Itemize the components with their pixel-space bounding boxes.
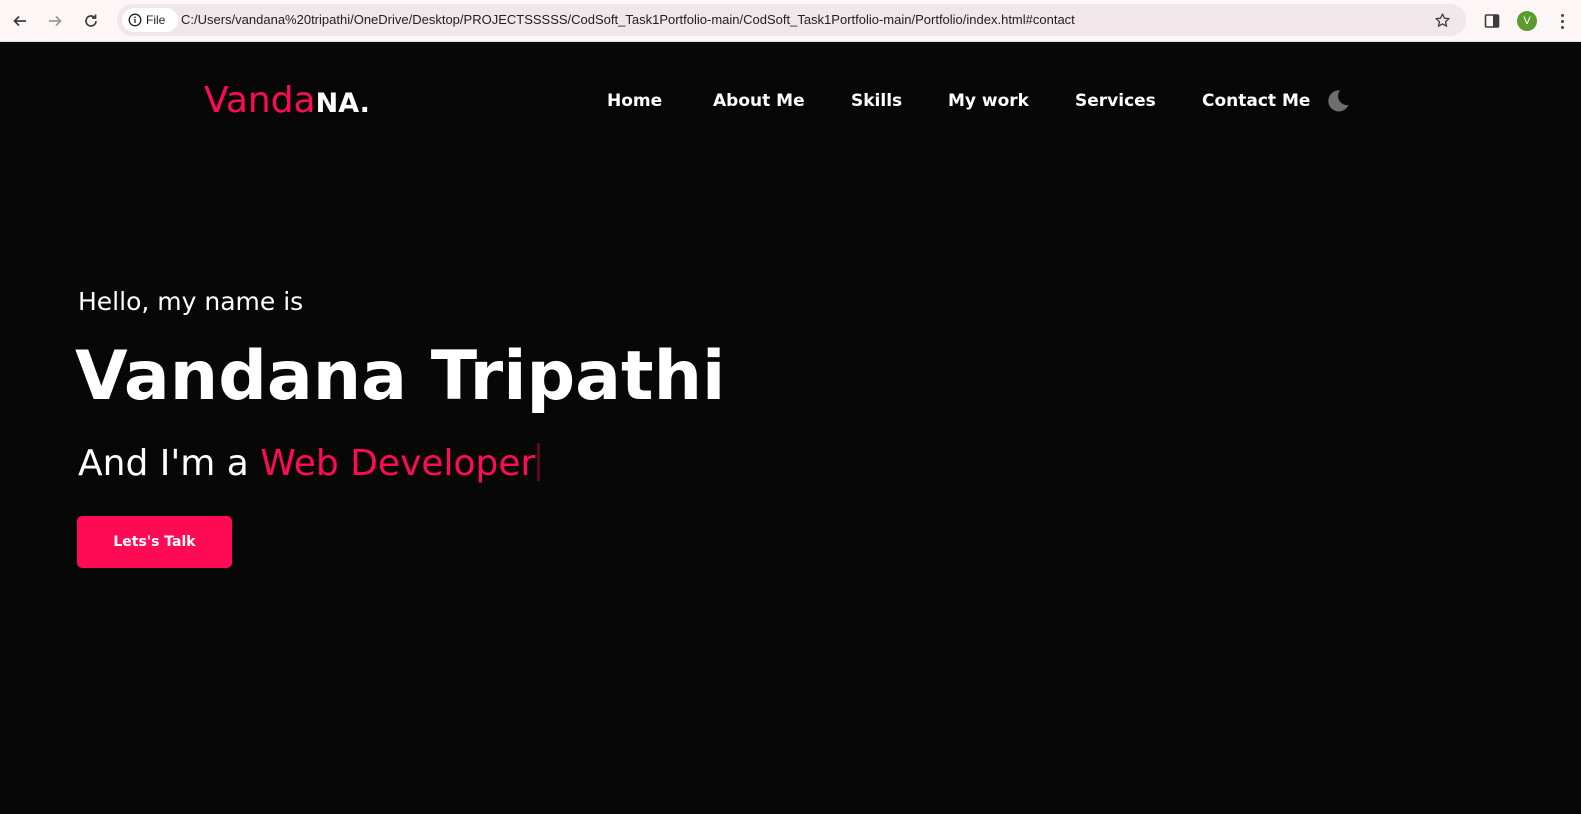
back-button[interactable] xyxy=(6,7,34,35)
profile-button[interactable]: V xyxy=(1513,7,1541,35)
nav-home[interactable]: Home xyxy=(607,91,662,111)
reload-button[interactable] xyxy=(77,7,105,35)
address-bar[interactable]: File C:/Users/vandana%20tripathi/OneDriv… xyxy=(117,4,1466,36)
hero-tagline: And I'm a Web Developer xyxy=(78,443,541,484)
portfolio-page: VandaNA. Home About Me Skills My work Se… xyxy=(0,43,1581,814)
forward-icon xyxy=(49,15,62,27)
nav-my-work[interactable]: My work xyxy=(948,91,1029,111)
tagline-prefix: And I'm a xyxy=(78,443,261,484)
more-menu-icon xyxy=(1560,13,1564,29)
nav-contact-me[interactable]: Contact Me xyxy=(1202,91,1310,111)
lets-talk-button[interactable]: Lets's Talk xyxy=(77,516,232,568)
browser-toolbar: File C:/Users/vandana%20tripathi/OneDriv… xyxy=(0,0,1581,42)
back-icon xyxy=(13,15,26,27)
site-info-chip[interactable]: File xyxy=(122,8,178,32)
nav-about-me[interactable]: About Me xyxy=(713,91,805,111)
scheme-label: File xyxy=(146,13,166,27)
typing-cursor xyxy=(537,443,541,481)
reload-icon xyxy=(85,14,97,27)
hero-greeting: Hello, my name is xyxy=(78,287,304,316)
nav-services[interactable]: Services xyxy=(1075,91,1156,111)
side-panel-icon xyxy=(1484,14,1500,28)
url-text[interactable]: C:/Users/vandana%20tripathi/OneDrive/Des… xyxy=(181,12,1075,27)
tagline-role: Web Developer xyxy=(260,443,536,484)
nav-skills[interactable]: Skills xyxy=(851,91,902,111)
star-icon xyxy=(1434,12,1450,27)
info-icon xyxy=(128,13,142,27)
avatar: V xyxy=(1517,11,1537,31)
more-menu-button[interactable] xyxy=(1548,7,1576,35)
theme-toggle[interactable] xyxy=(1323,87,1351,115)
hero-name: Vandana Tripathi xyxy=(75,337,726,416)
bookmark-button[interactable] xyxy=(1432,10,1452,30)
forward-button[interactable] xyxy=(41,7,69,35)
moon-icon xyxy=(1328,90,1349,112)
side-panel-button[interactable] xyxy=(1478,7,1506,35)
